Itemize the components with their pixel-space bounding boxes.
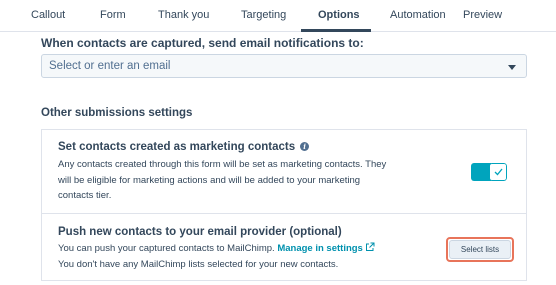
external-link-icon[interactable] (365, 242, 375, 252)
marketing-contacts-description: Any contacts created through this form w… (58, 159, 387, 201)
email-provider-description-text: You can push your captured contacts to M… (58, 243, 275, 254)
email-provider-description: You can push your captured contacts to M… (58, 241, 438, 272)
tab-options[interactable]: Options (318, 9, 360, 21)
tab-automation[interactable]: Automation (390, 9, 446, 21)
active-tab-indicator (301, 29, 371, 32)
marketing-contacts-title-text: Set contacts created as marketing contac… (58, 141, 296, 153)
select-lists-button[interactable]: Select lists (449, 240, 511, 259)
email-select-placeholder: Select or enter an email (49, 60, 171, 72)
chevron-down-icon (508, 65, 516, 70)
tab-preview[interactable]: Preview (463, 9, 502, 21)
tab-targeting[interactable]: Targeting (241, 9, 286, 21)
toggle-fill (471, 163, 491, 181)
tab-form[interactable]: Form (100, 9, 126, 21)
no-lists-note: You don't have any MailChimp lists selec… (58, 258, 339, 270)
marketing-contacts-toggle[interactable] (471, 163, 507, 181)
checkmark-icon (494, 168, 503, 176)
email-select[interactable]: Select or enter an email (41, 54, 527, 78)
manage-settings-link[interactable]: Manage in settings (277, 243, 363, 254)
marketing-contacts-title: Set contacts created as marketing contac… (58, 141, 310, 153)
page: Callout Form Thank you Targeting Options… (0, 0, 556, 285)
marketing-contacts-card: Set contacts created as marketing contac… (41, 129, 527, 214)
tab-callout[interactable]: Callout (31, 9, 65, 21)
section-heading: Other submissions settings (41, 107, 193, 119)
toggle-knob (489, 163, 507, 181)
notifications-label: When contacts are captured, send email n… (41, 36, 364, 50)
tab-bar: Callout Form Thank you Targeting Options… (0, 0, 556, 32)
info-icon[interactable]: i (300, 142, 310, 151)
email-provider-title: Push new contacts to your email provider… (58, 226, 342, 238)
tab-thank-you[interactable]: Thank you (158, 9, 209, 21)
email-provider-card: Push new contacts to your email provider… (41, 213, 527, 281)
